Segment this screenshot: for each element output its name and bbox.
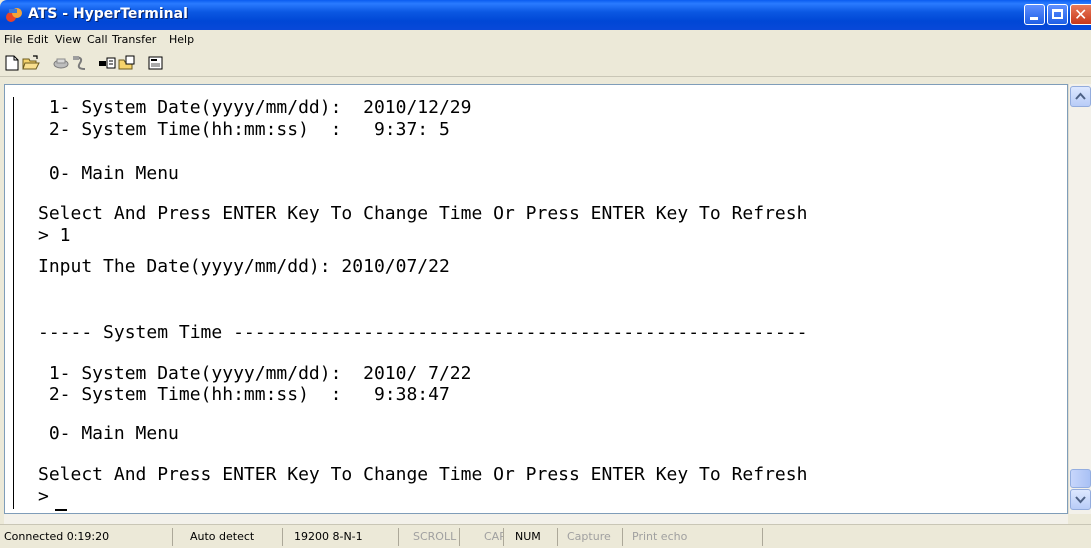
status-detect: Auto detect [187,528,283,546]
terminal-line: > [38,486,60,507]
status-capture: Capture [558,528,623,546]
scroll-down-button[interactable] [1070,489,1091,510]
terminal-line: Select And Press ENTER Key To Change Tim… [38,464,808,485]
chevron-up-icon [1075,92,1086,100]
menu-transfer[interactable]: Transfer [112,33,156,46]
status-num: NUM [504,528,558,546]
minimize-icon [1030,17,1038,20]
menu-help[interactable]: Help [169,33,194,46]
terminal-left-border [13,97,14,509]
close-button[interactable]: ✕ [1070,4,1091,25]
terminal-line: Input The Date(yyyy/mm/dd): 2010/07/22 [38,256,450,277]
vertical-scrollbar[interactable] [1068,84,1091,514]
menu-file[interactable]: File [4,33,22,46]
terminal-line: 0- Main Menu [38,423,179,444]
chevron-down-icon [1075,496,1086,504]
terminal-line: 1- System Date(yyyy/mm/dd): 2010/ 7/22 [38,363,472,384]
horizontal-scroll-area [4,514,1068,524]
terminal-line: ----- System Time ----------------------… [38,322,808,343]
terminal-line: 0- Main Menu [38,163,179,184]
menu-edit[interactable]: Edit [27,33,48,46]
status-caps: CAPS [460,528,504,546]
receive-icon[interactable] [118,54,136,72]
terminal-line: 1- System Date(yyyy/mm/dd): 2010/12/29 [38,97,472,118]
window-title: ATS - HyperTerminal [28,6,188,22]
menu-call[interactable]: Call [87,33,108,46]
minimize-button[interactable] [1024,4,1045,25]
terminal-line: 2- System Time(hh:mm:ss) : 9:37: 5 [38,119,450,140]
properties-icon[interactable] [147,54,165,72]
scroll-thumb[interactable] [1070,469,1091,488]
text-cursor [55,509,67,511]
status-print-echo: Print echo [623,528,763,546]
status-bar: Connected 0:19:20 Auto detect 19200 8-N-… [0,524,1091,548]
disconnect-icon[interactable] [52,54,70,72]
terminal-screen[interactable]: 1- System Date(yyyy/mm/dd): 2010/12/29 2… [4,84,1068,514]
send-icon[interactable] [98,54,116,72]
hyperterminal-app-icon[interactable] [5,6,23,24]
status-connected: Connected 0:19:20 [2,528,173,546]
open-icon[interactable] [22,54,40,72]
terminal-line: 2- System Time(hh:mm:ss) : 9:38:47 [38,384,450,405]
maximize-button[interactable] [1047,4,1068,25]
hyperterminal-window: ATS - HyperTerminal ✕ File Edit View Cal… [0,0,1091,548]
toolbar [0,50,1091,77]
status-scroll: SCROLL [399,528,460,546]
menu-bar: File Edit View Call Transfer Help [0,30,1091,50]
close-icon: ✕ [1074,5,1088,24]
scroll-up-button[interactable] [1070,86,1091,107]
terminal-line: > 1 [38,225,71,246]
menu-view[interactable]: View [55,33,81,46]
maximize-icon [1052,9,1063,19]
new-icon[interactable] [3,54,21,72]
title-bar[interactable]: ATS - HyperTerminal ✕ [0,0,1091,30]
terminal-line: Select And Press ENTER Key To Change Tim… [38,203,808,224]
dial-icon[interactable] [70,54,88,72]
status-settings: 19200 8-N-1 [283,528,399,546]
